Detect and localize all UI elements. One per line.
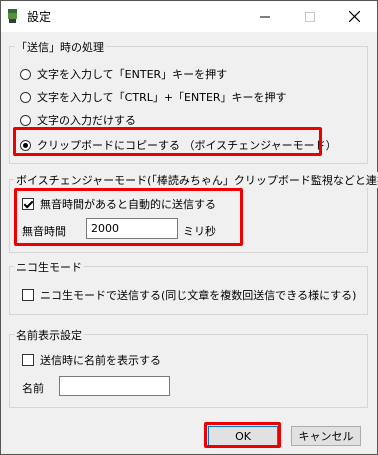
radio-enter-label: 文字を入力して「ENTER」キーを押す [37,68,228,81]
title-bar[interactable]: 設定 [1,1,377,32]
nico-mode-option[interactable]: ニコ生モードで送信する(同じ文章を複数回送信できる様にする) [22,287,356,303]
minimize-icon [259,16,270,17]
close-icon [349,11,360,22]
radio-input-only-label: 文字の入力だけする [37,114,136,127]
window-title: 設定 [27,10,52,24]
radio-enter-circle[interactable] [20,68,31,80]
name-input[interactable] [59,376,170,396]
maximize-icon [304,11,315,22]
radio-enter[interactable]: 文字を入力して「ENTER」キーを押す [20,66,227,82]
show-name-option[interactable]: 送信時に名前を表示する [22,352,161,368]
show-name-label: 送信時に名前を表示する [40,354,161,367]
name-label: 名前 [22,382,44,395]
radio-input-only-circle[interactable] [20,114,31,126]
radio-ctrl-enter-circle[interactable] [20,91,31,103]
nico-mode-label: ニコ生モードで送信する(同じ文章を複数回送信できる様にする) [40,289,357,302]
send-action-legend: 「送信」時の処理 [14,39,106,55]
minimize-button[interactable] [242,1,287,32]
nico-mode-checkbox[interactable] [22,289,34,301]
cancel-button-label: キャンセル [298,430,354,443]
show-name-checkbox[interactable] [22,354,34,366]
radio-ctrl-enter[interactable]: 文字を入力して「CTRL」+「ENTER」キーを押す [20,89,287,105]
radio-ctrl-enter-label: 文字を入力して「CTRL」+「ENTER」キーを押す [37,91,287,104]
nico-mode-legend: ニコ生モード [14,259,84,275]
maximize-button [287,1,332,32]
name-display-group: 名前表示設定 [9,327,368,408]
highlight-voice-changer [14,188,243,246]
app-icon [8,9,17,23]
close-button[interactable] [332,1,377,32]
name-display-legend: 名前表示設定 [14,327,84,343]
highlight-ok [204,422,281,448]
highlight-clipboard [13,127,322,156]
cancel-button[interactable]: キャンセル [291,426,361,446]
radio-input-only[interactable]: 文字の入力だけする [20,112,136,128]
settings-dialog: 設定 「送信」時の処理 文字を入力して「ENTER」キーを押す 文字を入力して「… [0,0,378,455]
voice-changer-legend: ボイスチェンジャーモード(「棒読みちゃん」クリップボード監視などと連携) [14,172,378,188]
